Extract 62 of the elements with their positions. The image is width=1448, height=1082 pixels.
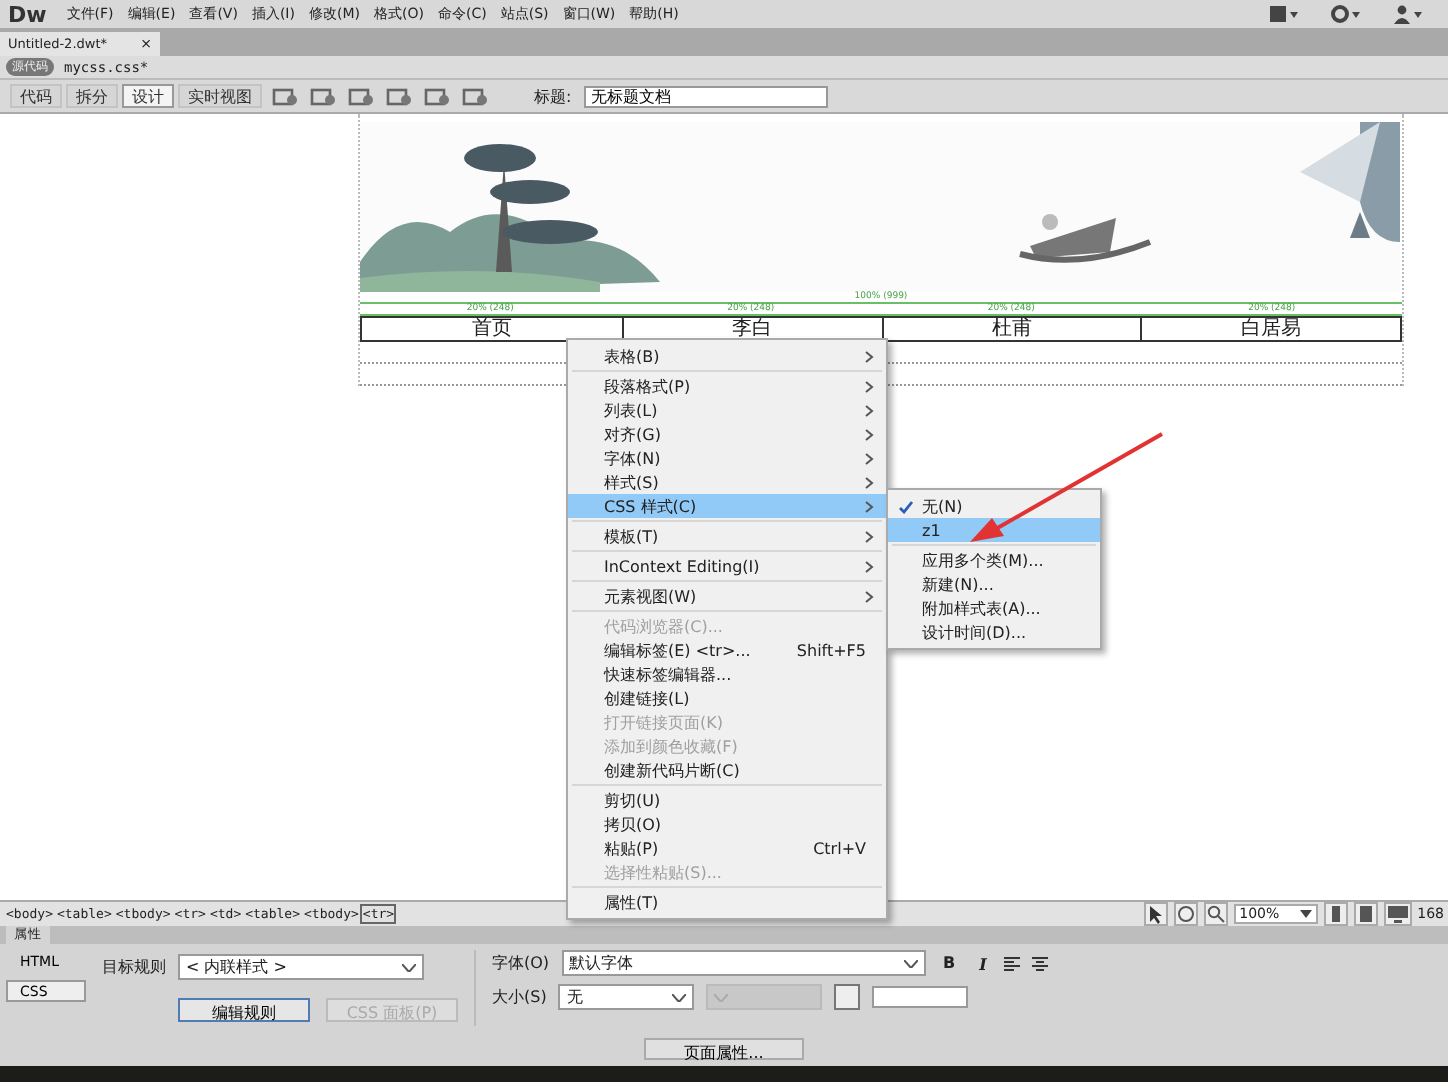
size-label: 大小(S) <box>492 986 547 1008</box>
context-menu-item[interactable]: 拷贝(O) <box>568 812 886 836</box>
context-menu-item[interactable]: InContext Editing(I) <box>568 554 886 578</box>
context-menu-item[interactable]: 创建链接(L) <box>568 686 886 710</box>
toolbar-icon[interactable] <box>462 85 490 107</box>
toolbar-icon[interactable] <box>310 85 338 107</box>
submenu-item[interactable]: 应用多个类(M)... <box>888 548 1100 572</box>
dropdown-arrow-icon <box>1299 910 1312 918</box>
context-menu-item[interactable]: 编辑标签(E) <tr>... Shift+F5 <box>568 638 886 662</box>
phone-size-icon[interactable] <box>1323 902 1348 926</box>
color-swatch[interactable] <box>834 984 861 1010</box>
view-button[interactable]: 设计 <box>122 84 174 108</box>
context-menu-item[interactable]: 属性(T) <box>568 890 886 914</box>
submenu-item[interactable]: 设计时间(D)... <box>888 620 1100 644</box>
view-button[interactable]: 实时视图 <box>178 84 262 108</box>
font-label: 字体(O) <box>492 952 550 974</box>
toolbar-icon[interactable] <box>348 85 376 107</box>
format-button[interactable]: I <box>973 953 993 973</box>
color-field[interactable] <box>872 986 969 1008</box>
target-rule-select[interactable]: < 内联样式 > <box>178 954 424 981</box>
context-menu-item[interactable]: 对齐(G) <box>568 422 886 446</box>
title-label: 标题: <box>534 85 572 107</box>
toolbar-icon[interactable] <box>386 85 414 107</box>
context-menu-item[interactable]: 段落格式(P) <box>568 374 886 398</box>
toolbar-icon[interactable] <box>424 85 452 107</box>
page-properties-button[interactable]: 页面属性... <box>644 1038 804 1060</box>
context-menu-item[interactable]: 样式(S) <box>568 470 886 494</box>
view-button[interactable]: 代码 <box>10 84 62 108</box>
edit-rule-button[interactable]: 编辑规则 <box>178 997 310 1022</box>
tablet-size-icon[interactable] <box>1353 902 1378 926</box>
size-select[interactable]: 无 <box>558 984 695 1010</box>
submenu-item[interactable]: z1 <box>888 518 1100 542</box>
zoom-tool-icon[interactable] <box>1203 902 1228 926</box>
pointer-tool-icon[interactable] <box>1143 902 1168 926</box>
context-menu-item[interactable]: 字体(N) <box>568 446 886 470</box>
submenu-item[interactable]: 新建(N)... <box>888 572 1100 596</box>
target-rule-label: 目标规则 <box>102 956 166 979</box>
context-menu-item[interactable]: 剪切(U) <box>568 788 886 812</box>
nav-cell-text: 首页 <box>469 318 514 340</box>
context-menu-item[interactable]: 表格(B) <box>568 344 886 368</box>
app-logo: Dw <box>8 1 47 27</box>
nav-cell: 白居易 <box>1140 318 1400 340</box>
format-button[interactable]: B <box>937 954 962 972</box>
desktop-size-icon[interactable] <box>1383 902 1412 926</box>
align-center-icon[interactable] <box>1032 955 1049 971</box>
layout-icon[interactable] <box>1268 4 1300 24</box>
toolbar-icon[interactable] <box>272 85 300 107</box>
context-menu-item[interactable]: 模板(T) <box>568 524 886 548</box>
context-menu-item[interactable]: 元素视图(W) <box>568 584 886 608</box>
context-menu-item[interactable]: 创建新代码片断(C) <box>568 758 886 782</box>
settings-icon[interactable] <box>1330 4 1362 24</box>
user-icon[interactable] <box>1392 4 1424 24</box>
submenu-item[interactable]: 附加样式表(A)... <box>888 596 1100 620</box>
align-left-icon[interactable] <box>1004 955 1021 971</box>
submenu-item[interactable]: 无(N) <box>888 494 1100 518</box>
context-menu-item[interactable]: 快速标签编辑器... <box>568 662 886 686</box>
title-field[interactable]: 无标题文档 <box>583 85 828 107</box>
context-menu-item[interactable]: 粘贴(P) Ctrl+V <box>568 836 886 860</box>
font-select[interactable]: 默认字体 <box>561 950 926 976</box>
hand-tool-icon[interactable] <box>1173 902 1198 926</box>
context-menu-item[interactable]: 列表(L) <box>568 398 886 422</box>
view-button[interactable]: 拆分 <box>66 84 118 108</box>
